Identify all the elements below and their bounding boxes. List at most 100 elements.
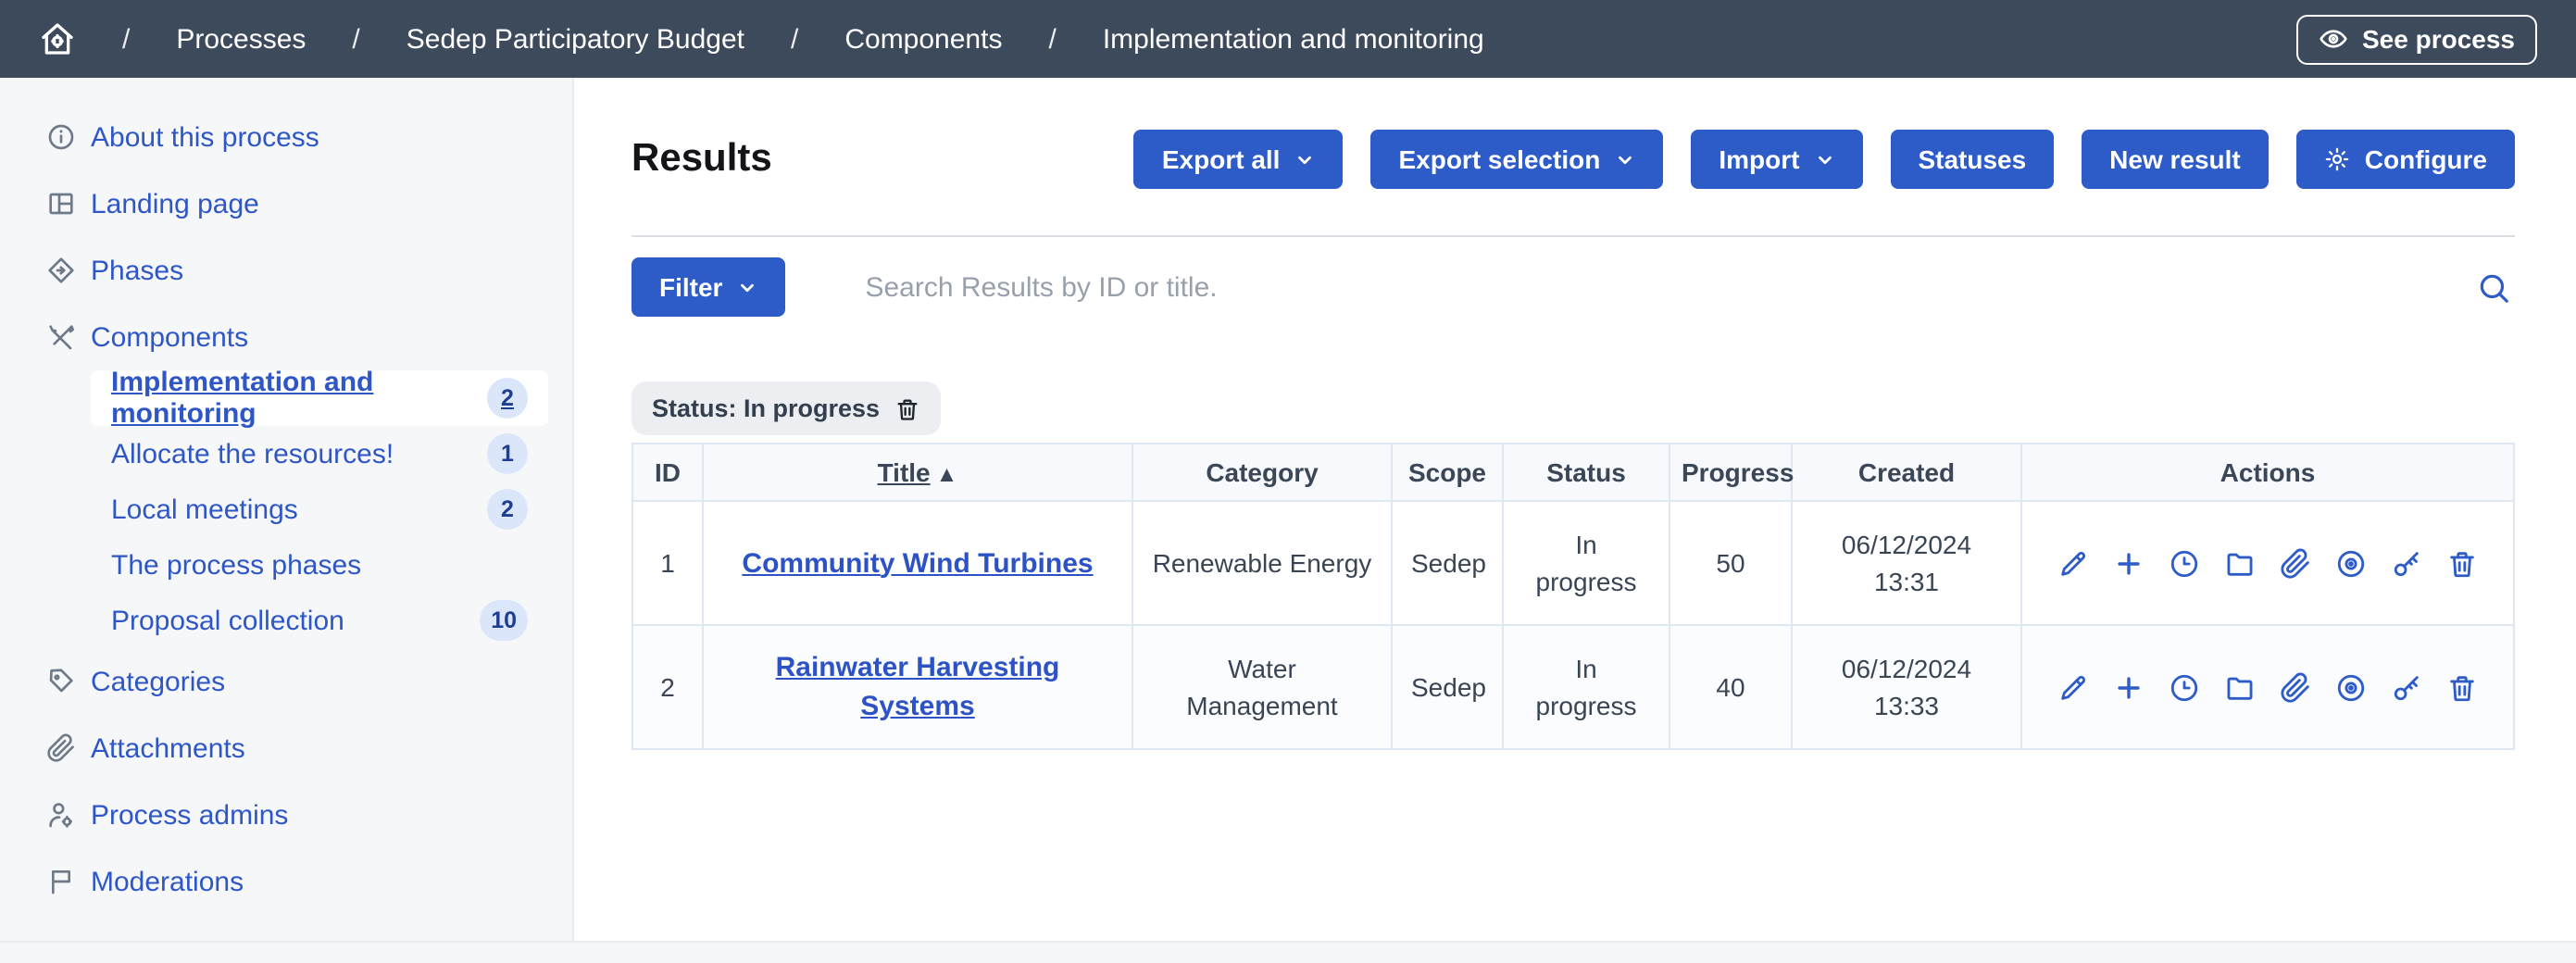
chevron-down-icon bbox=[1294, 149, 1315, 169]
eye-icon bbox=[2318, 24, 2347, 54]
configure-button[interactable]: Configure bbox=[2296, 130, 2515, 189]
cell-scope: Sedep bbox=[1392, 625, 1503, 749]
sidebar-item-label: Landing page bbox=[91, 188, 259, 219]
attachments-icon[interactable] bbox=[2280, 671, 2311, 703]
count-badge: 10 bbox=[480, 600, 528, 641]
breadcrumb-separator: / bbox=[352, 23, 359, 55]
export-all-button[interactable]: Export all bbox=[1134, 130, 1344, 189]
sidebar-subitem-implementation-and-monitoring[interactable]: Implementation and monitoring 2 bbox=[91, 370, 548, 426]
tools-icon bbox=[46, 322, 76, 352]
table-header-row: ID Title▲ Category Scope Status Progress… bbox=[632, 444, 2514, 501]
sidebar-item-components[interactable]: Components bbox=[0, 304, 572, 370]
tag-icon bbox=[46, 667, 76, 696]
breadcrumb-components[interactable]: Components bbox=[844, 23, 1002, 55]
sidebar-item-label: Phases bbox=[91, 255, 183, 286]
export-all-label: Export all bbox=[1162, 144, 1281, 174]
sidebar: About this process Landing page Phases bbox=[0, 78, 574, 941]
chevron-down-icon bbox=[1615, 149, 1635, 169]
sidebar-item-label: Moderations bbox=[91, 866, 244, 897]
sidebar-item-label: Components bbox=[91, 321, 248, 353]
sidebar-subitem-the-process-phases[interactable]: The process phases bbox=[91, 537, 548, 593]
cell-progress: 40 bbox=[1669, 625, 1792, 749]
breadcrumb-processes[interactable]: Processes bbox=[176, 23, 306, 55]
history-icon[interactable] bbox=[2169, 671, 2200, 703]
see-process-label: See process bbox=[2362, 24, 2515, 54]
add-icon[interactable] bbox=[2113, 671, 2145, 703]
see-process-button[interactable]: See process bbox=[2295, 14, 2537, 64]
cell-category: Renewable Energy bbox=[1132, 501, 1392, 625]
configure-label: Configure bbox=[2365, 144, 2487, 174]
main-content: Results Export all Export selection Impo… bbox=[574, 78, 2576, 941]
header-title-sortable[interactable]: Title▲ bbox=[703, 444, 1132, 501]
sidebar-item-landing-page[interactable]: Landing page bbox=[0, 170, 572, 237]
filter-button[interactable]: Filter bbox=[631, 257, 785, 317]
cell-scope: Sedep bbox=[1392, 501, 1503, 625]
breadcrumb-separator: / bbox=[122, 23, 130, 55]
row-actions bbox=[2041, 671, 2495, 703]
sidebar-item-label: Attachments bbox=[91, 732, 245, 764]
phases-icon bbox=[46, 256, 76, 285]
subitem-label: Implementation and monitoring bbox=[111, 367, 487, 430]
permissions-key-icon[interactable] bbox=[2391, 671, 2422, 703]
sidebar-item-label: Categories bbox=[91, 666, 225, 697]
sidebar-subitem-local-meetings[interactable]: Local meetings 2 bbox=[91, 482, 548, 537]
search-button[interactable] bbox=[2476, 269, 2511, 305]
breadcrumb-process-name[interactable]: Sedep Participatory Budget bbox=[406, 23, 744, 55]
header-status: Status bbox=[1503, 444, 1669, 501]
import-button[interactable]: Import bbox=[1691, 130, 1862, 189]
cell-progress: 50 bbox=[1669, 501, 1792, 625]
filter-chip-status[interactable]: Status: In progress bbox=[631, 381, 941, 435]
cell-created: 06/12/2024 13:33 bbox=[1792, 625, 2021, 749]
gear-icon bbox=[2324, 146, 2350, 172]
sidebar-item-categories[interactable]: Categories bbox=[0, 648, 572, 715]
preview-icon[interactable] bbox=[2335, 547, 2367, 579]
header-progress: Progress bbox=[1669, 444, 1792, 501]
layout-icon bbox=[46, 189, 76, 219]
delete-trash-icon[interactable] bbox=[2446, 671, 2478, 703]
search-input[interactable] bbox=[785, 269, 2476, 305]
new-result-button[interactable]: New result bbox=[2082, 130, 2269, 189]
info-icon bbox=[46, 122, 76, 152]
result-title-link[interactable]: Community Wind Turbines bbox=[742, 547, 1093, 579]
count-badge: 2 bbox=[487, 378, 528, 419]
edit-icon[interactable] bbox=[2057, 547, 2089, 579]
preview-icon[interactable] bbox=[2335, 671, 2367, 703]
delete-trash-icon[interactable] bbox=[2446, 547, 2478, 579]
statuses-button[interactable]: Statuses bbox=[1890, 130, 2054, 189]
subitem-label: Local meetings bbox=[111, 494, 298, 525]
attachments-icon[interactable] bbox=[2280, 547, 2311, 579]
created-date: 06/12/2024 bbox=[1811, 525, 2002, 563]
cell-status: In progress bbox=[1503, 625, 1669, 749]
row-actions bbox=[2041, 547, 2495, 579]
edit-icon[interactable] bbox=[2057, 671, 2089, 703]
header-created: Created bbox=[1792, 444, 2021, 501]
add-icon[interactable] bbox=[2113, 547, 2145, 579]
screen: / Processes / Sedep Participatory Budget… bbox=[0, 0, 2576, 963]
sidebar-item-moderations[interactable]: Moderations bbox=[0, 848, 572, 915]
breadcrumb-separator: / bbox=[791, 23, 798, 55]
home-link[interactable] bbox=[39, 20, 76, 57]
sidebar-item-about[interactable]: About this process bbox=[0, 104, 572, 170]
sidebar-subitem-proposal-collection[interactable]: Proposal collection 10 bbox=[91, 593, 548, 648]
sidebar-subitem-allocate-the-resources[interactable]: Allocate the resources! 1 bbox=[91, 426, 548, 482]
cell-created: 06/12/2024 13:31 bbox=[1792, 501, 2021, 625]
breadcrumb-current-component[interactable]: Implementation and monitoring bbox=[1103, 23, 1484, 55]
permissions-key-icon[interactable] bbox=[2391, 547, 2422, 579]
sidebar-item-process-admins[interactable]: Process admins bbox=[0, 782, 572, 848]
remove-filter-trash-icon[interactable] bbox=[894, 395, 920, 421]
result-title-link[interactable]: Rainwater Harvesting Systems bbox=[776, 652, 1060, 722]
created-time: 13:31 bbox=[1811, 563, 2002, 601]
subitem-label: Allocate the resources! bbox=[111, 438, 394, 469]
export-selection-button[interactable]: Export selection bbox=[1370, 130, 1663, 189]
chevron-down-icon bbox=[1814, 149, 1834, 169]
home-icon bbox=[39, 20, 76, 57]
created-date: 06/12/2024 bbox=[1811, 649, 2002, 687]
table-row: 1 Community Wind Turbines Renewable Ener… bbox=[632, 501, 2514, 625]
folder-icon[interactable] bbox=[2224, 547, 2256, 579]
sidebar-item-attachments[interactable]: Attachments bbox=[0, 715, 572, 782]
header-actions: Actions bbox=[2021, 444, 2514, 501]
history-icon[interactable] bbox=[2169, 547, 2200, 579]
sidebar-item-phases[interactable]: Phases bbox=[0, 237, 572, 304]
page-title: Results bbox=[631, 137, 772, 181]
folder-icon[interactable] bbox=[2224, 671, 2256, 703]
